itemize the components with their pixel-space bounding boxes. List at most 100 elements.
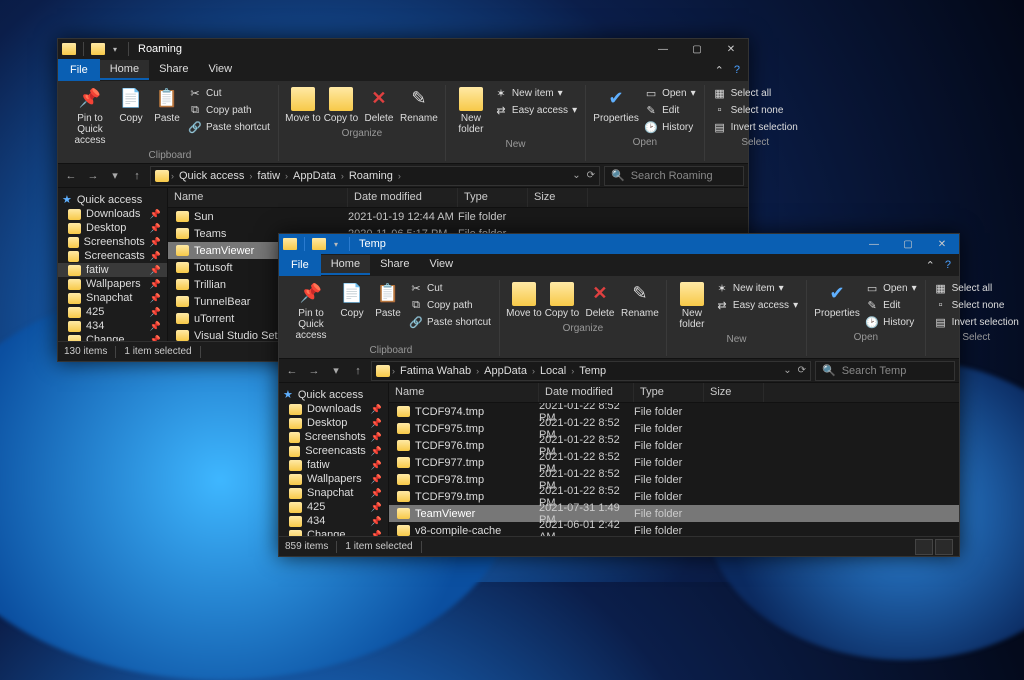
sidebar-item[interactable]: Screencasts📌 [58, 249, 167, 263]
file-row[interactable]: TCDF976.tmp2021-01-22 8:52 PMFile folder [389, 437, 959, 454]
pin-quick-access-button[interactable]: 📌Pin to Quick access [68, 85, 112, 148]
history-dropdown-icon[interactable]: ⌄ [572, 170, 580, 181]
copy-to-button[interactable]: Copy to [323, 85, 359, 126]
search-box[interactable]: 🔍 Search Roaming [604, 166, 744, 186]
forward-button[interactable]: → [305, 362, 323, 380]
paste-shortcut-button[interactable]: 🔗Paste shortcut [186, 119, 272, 135]
move-to-button[interactable]: Move to [506, 280, 542, 321]
select-none-button[interactable]: ▫Select none [932, 297, 1021, 313]
new-folder-button[interactable]: New folder [452, 85, 490, 137]
properties-button[interactable]: ✔Properties [813, 280, 861, 321]
open-button[interactable]: ▭Open ▾ [863, 280, 919, 296]
sidebar-item[interactable]: Screencasts📌 [279, 444, 388, 458]
copy-to-button[interactable]: Copy to [544, 280, 580, 321]
sidebar-item[interactable]: Downloads📌 [279, 402, 388, 416]
sidebar-item[interactable]: Change📌 [279, 528, 388, 536]
sidebar-item[interactable]: Snapchat📌 [279, 486, 388, 500]
help-icon[interactable]: ? [734, 64, 740, 77]
file-menu[interactable]: File [279, 254, 321, 276]
file-row[interactable]: TCDF974.tmp2021-01-22 8:52 PMFile folder [389, 403, 959, 420]
qat-dropdown-icon[interactable]: ▾ [109, 43, 121, 55]
tab-home[interactable]: Home [100, 60, 149, 80]
tab-view[interactable]: View [198, 60, 242, 80]
refresh-icon[interactable]: ⟳ [798, 365, 806, 376]
navigation-pane[interactable]: ★Quick accessDownloads📌Desktop📌Screensho… [58, 188, 168, 341]
breadcrumb[interactable]: › Quick access› fatiw› AppData› Roaming›… [150, 166, 600, 186]
cut-button[interactable]: ✂Cut [186, 85, 272, 101]
paste-button[interactable]: 📋Paste [371, 280, 405, 321]
history-button[interactable]: 🕑History [642, 119, 698, 135]
sidebar-item[interactable]: 425📌 [279, 500, 388, 514]
sidebar-item[interactable]: 434📌 [279, 514, 388, 528]
recent-locations-button[interactable]: ▾ [327, 362, 345, 380]
close-button[interactable]: ✕ [925, 234, 959, 254]
minimize-button[interactable]: — [857, 234, 891, 254]
col-type[interactable]: Type [458, 188, 528, 207]
column-headers[interactable]: Name Date modified Type Size [389, 383, 959, 403]
up-button[interactable]: ↑ [349, 362, 367, 380]
move-to-button[interactable]: Move to [285, 85, 321, 126]
file-row[interactable]: TCDF979.tmp2021-01-22 8:52 PMFile folder [389, 488, 959, 505]
ribbon-collapse-icon[interactable]: ⌃ [926, 259, 935, 272]
sidebar-item[interactable]: ★Quick access [279, 387, 388, 402]
sidebar-item[interactable]: Snapchat📌 [58, 291, 167, 305]
copy-button[interactable]: 📄Copy [335, 280, 369, 321]
tab-share[interactable]: Share [370, 255, 419, 275]
easy-access-button[interactable]: ⇄Easy access ▾ [713, 297, 800, 313]
sidebar-item[interactable]: Change📌 [58, 333, 167, 341]
file-menu[interactable]: File [58, 59, 100, 81]
copy-button[interactable]: 📄Copy [114, 85, 148, 126]
file-row[interactable]: Sun2021-01-19 12:44 AMFile folder [168, 208, 748, 225]
maximize-button[interactable]: ▢ [680, 39, 714, 59]
paste-button[interactable]: 📋Paste [150, 85, 184, 126]
copy-path-button[interactable]: ⧉Copy path [186, 102, 272, 118]
select-all-button[interactable]: ▦Select all [711, 85, 800, 101]
pin-quick-access-button[interactable]: 📌Pin to Quick access [289, 280, 333, 343]
rename-button[interactable]: ✎Rename [620, 280, 660, 321]
col-size[interactable]: Size [528, 188, 588, 207]
breadcrumb[interactable]: › Fatima Wahab› AppData› Local› Temp ⌄⟳ [371, 361, 811, 381]
sidebar-item[interactable]: Desktop📌 [58, 221, 167, 235]
title-bar[interactable]: ▾ Roaming — ▢ ✕ [58, 39, 748, 59]
edit-button[interactable]: ✎Edit [863, 297, 919, 313]
select-none-button[interactable]: ▫Select none [711, 102, 800, 118]
chevron-right-icon[interactable]: › [171, 171, 174, 181]
minimize-button[interactable]: — [646, 39, 680, 59]
close-button[interactable]: ✕ [714, 39, 748, 59]
back-button[interactable]: ← [283, 362, 301, 380]
tab-home[interactable]: Home [321, 255, 370, 275]
sidebar-item[interactable]: Downloads📌 [58, 207, 167, 221]
sidebar-item[interactable]: fatiw📌 [279, 458, 388, 472]
file-list[interactable]: TCDF974.tmp2021-01-22 8:52 PMFile folder… [389, 403, 959, 536]
rename-button[interactable]: ✎Rename [399, 85, 439, 126]
column-headers[interactable]: Name Date modified Type Size [168, 188, 748, 208]
sidebar-item[interactable]: Desktop📌 [279, 416, 388, 430]
maximize-button[interactable]: ▢ [891, 234, 925, 254]
sidebar-item[interactable]: ★Quick access [58, 192, 167, 207]
qat-dropdown-icon[interactable]: ▾ [330, 238, 342, 250]
properties-button[interactable]: ✔Properties [592, 85, 640, 126]
cut-button[interactable]: ✂Cut [407, 280, 493, 296]
edit-button[interactable]: ✎Edit [642, 102, 698, 118]
ribbon-collapse-icon[interactable]: ⌃ [715, 64, 724, 77]
file-row[interactable]: TCDF975.tmp2021-01-22 8:52 PMFile folder [389, 420, 959, 437]
tab-share[interactable]: Share [149, 60, 198, 80]
new-item-button[interactable]: ✶New item ▾ [713, 280, 800, 296]
forward-button[interactable]: → [84, 167, 102, 185]
sidebar-item[interactable]: 434📌 [58, 319, 167, 333]
delete-button[interactable]: ✕Delete [361, 85, 397, 126]
up-button[interactable]: ↑ [128, 167, 146, 185]
details-view-icon[interactable] [915, 539, 933, 555]
sidebar-item[interactable]: fatiw📌 [58, 263, 167, 277]
thumbnails-view-icon[interactable] [935, 539, 953, 555]
help-icon[interactable]: ? [945, 259, 951, 272]
copy-path-button[interactable]: ⧉Copy path [407, 297, 493, 313]
back-button[interactable]: ← [62, 167, 80, 185]
sidebar-item[interactable]: Screenshots📌 [58, 235, 167, 249]
col-date[interactable]: Date modified [348, 188, 458, 207]
sidebar-item[interactable]: Wallpapers📌 [58, 277, 167, 291]
history-dropdown-icon[interactable]: ⌄ [783, 365, 791, 376]
file-row[interactable]: TCDF977.tmp2021-01-22 8:52 PMFile folder [389, 454, 959, 471]
delete-button[interactable]: ✕Delete [582, 280, 618, 321]
tab-view[interactable]: View [419, 255, 463, 275]
